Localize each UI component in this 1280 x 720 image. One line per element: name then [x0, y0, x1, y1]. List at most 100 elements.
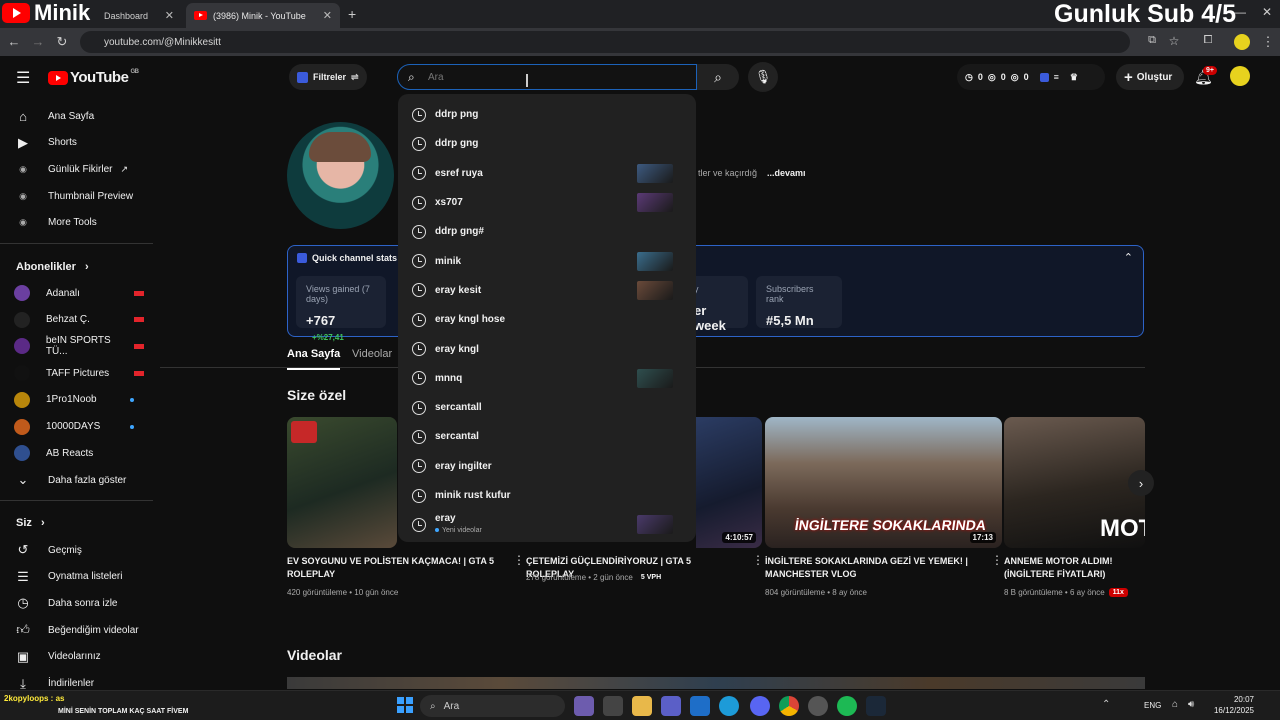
close-icon[interactable]: ✕: [323, 9, 332, 22]
menu-dots-icon[interactable]: ⋮: [1260, 34, 1276, 50]
search-suggestion[interactable]: minik: [398, 246, 696, 275]
suggestion-text: ddrp gng#: [435, 226, 484, 238]
video-title[interactable]: İNGİLTERE SOKAKLARINDA GEZİ VE YEMEK! | …: [765, 555, 975, 581]
spotify-icon[interactable]: [837, 696, 857, 716]
subscription-item[interactable]: Behzat Ç.: [14, 307, 154, 333]
profile-avatar[interactable]: [1234, 34, 1250, 50]
sidebar-item-thumbnail-preview[interactable]: ◉ Thumbnail Preview: [14, 183, 154, 209]
tray-chevron-icon[interactable]: ⌃: [1102, 699, 1110, 710]
sidebar-item-label: Beğendiğim videolar: [48, 624, 139, 636]
voice-search-button[interactable]: 🎙: [748, 62, 778, 92]
search-suggestion[interactable]: mnnq: [398, 364, 696, 393]
network-icon[interactable]: ⌂: [1172, 699, 1178, 710]
subscription-item[interactable]: 1Pro1Noob: [14, 387, 154, 413]
create-button[interactable]: + Oluştur: [1116, 64, 1184, 90]
chrome-icon[interactable]: [779, 696, 799, 716]
video-thumbnail[interactable]: İNGİLTERE SOKAKLARINDA 17:13: [765, 417, 1002, 548]
search-suggestion[interactable]: minik rust kufur: [398, 481, 696, 510]
subscription-item[interactable]: AB Reacts: [14, 440, 154, 466]
search-suggestion[interactable]: esref ruya: [398, 159, 696, 188]
search-suggestion[interactable]: ddrp png: [398, 100, 696, 129]
subscription-item[interactable]: Adanalı: [14, 280, 154, 306]
sidebar-item-clock[interactable]: ◷ Daha sonra izle: [14, 590, 154, 616]
more-options-icon[interactable]: ⋮: [752, 553, 764, 567]
subscriptions-heading[interactable]: Abonelikler ›: [16, 261, 89, 273]
video-thumbnail[interactable]: MOTO: [1004, 417, 1145, 548]
mail-icon[interactable]: [690, 696, 710, 716]
more-link[interactable]: ...devamı: [767, 168, 806, 178]
video-title[interactable]: EV SOYGUNU VE POLİSTEN KAÇMACA! | GTA 5 …: [287, 555, 497, 581]
video-thumbnail[interactable]: [287, 417, 397, 548]
sidebar-item-label: Daha sonra izle: [48, 597, 118, 609]
search-suggestion[interactable]: ddrp gng: [398, 129, 696, 158]
search-button[interactable]: ⌕: [697, 64, 739, 90]
search-box[interactable]: ⌕: [397, 64, 697, 90]
search-suggestion[interactable]: ddrp gng#: [398, 217, 696, 246]
search-suggestion[interactable]: sercantall: [398, 393, 696, 422]
taskbar-search[interactable]: ⌕ Ara: [420, 695, 565, 717]
search-suggestion[interactable]: eray Yeni videolar: [398, 510, 696, 539]
minimize-icon[interactable]: —: [1234, 5, 1246, 19]
forward-icon[interactable]: →: [30, 34, 46, 49]
search-suggestion[interactable]: xs707: [398, 188, 696, 217]
new-tab-icon[interactable]: +: [348, 6, 356, 22]
more-options-icon[interactable]: ⋮: [513, 553, 525, 567]
app-icon[interactable]: [574, 696, 594, 716]
back-icon[interactable]: ←: [6, 34, 22, 49]
account-avatar[interactable]: [1230, 66, 1250, 86]
sidebar-item-shorts[interactable]: ▶ Shorts: [14, 130, 154, 156]
bookmark-star-icon[interactable]: ☆: [1166, 34, 1182, 48]
app-icon[interactable]: [603, 696, 623, 716]
video-title[interactable]: ANNEME MOTOR ALDIM! (İNGİLTERE FİYATLARI…: [1004, 555, 1145, 581]
clock[interactable]: 20:07 16/12/2025: [1210, 694, 1254, 716]
sidebar-item-playlist[interactable]: ☰ Oynatma listeleri: [14, 564, 154, 590]
sidebar-item-g-nl-k-fikirler[interactable]: ◉ Günlük Fikirler ↗: [14, 156, 154, 182]
obs-icon[interactable]: [808, 696, 828, 716]
close-icon[interactable]: ✕: [165, 9, 174, 22]
youtube-logo[interactable]: YouTube GB: [48, 69, 139, 86]
edge-icon[interactable]: [719, 696, 739, 716]
search-suggestion[interactable]: sercantal: [398, 422, 696, 451]
tab-videos[interactable]: Videolar: [352, 348, 392, 360]
sidebar-item-history[interactable]: ↺ Geçmiş: [14, 537, 154, 563]
stat-label: Subscribers rank: [766, 284, 814, 304]
stat-subscribers-rank: Subscribers rank #5,5 Mn: [756, 276, 842, 328]
search-suggestion[interactable]: eray kngl: [398, 334, 696, 363]
sidebar-item-more-tools[interactable]: ◉ More Tools: [14, 210, 154, 236]
search-suggestion[interactable]: eray ingilter: [398, 452, 696, 481]
video-meta: 420 görüntüleme • 10 gün önce: [287, 588, 398, 597]
subscription-item[interactable]: 10000DAYS: [14, 414, 154, 440]
address-bar[interactable]: youtube.com/@Minikkesitt: [80, 31, 1130, 53]
reload-icon[interactable]: ↻: [54, 34, 70, 50]
chevron-up-icon[interactable]: ⌃: [1124, 251, 1133, 264]
stat-label: Views gained (7 days): [306, 284, 370, 304]
tab-youtube[interactable]: (3986) Minik - YouTube ✕: [186, 3, 340, 28]
more-options-icon[interactable]: ⋮: [991, 553, 1003, 567]
carousel-next-button[interactable]: ›: [1128, 470, 1154, 496]
search-suggestion[interactable]: eray kesit: [398, 276, 696, 305]
teams-icon[interactable]: [661, 696, 681, 716]
filters-button[interactable]: Filtreler ⇌: [289, 64, 367, 90]
video-thumbnail[interactable]: 4:10:57: [696, 417, 762, 548]
extensions-icon[interactable]: ⧠: [1200, 34, 1216, 47]
windows-start-icon[interactable]: [397, 697, 413, 713]
you-heading[interactable]: Siz ›: [16, 517, 45, 529]
discord-icon[interactable]: [750, 696, 770, 716]
search-suggestion[interactable]: eray kngl hose: [398, 305, 696, 334]
language-indicator[interactable]: ENG: [1144, 701, 1161, 710]
steam-icon[interactable]: [866, 696, 886, 716]
subscription-item[interactable]: beIN SPORTS TÜ...: [14, 333, 154, 359]
sidebar-item-video[interactable]: ▣ Videolarınız: [14, 644, 154, 670]
sidebar-item-ana-sayfa[interactable]: ⌂ Ana Sayfa: [14, 103, 154, 129]
sidebar-item-like[interactable]: 👍︎ Beğendiğim videolar: [14, 617, 154, 643]
volume-icon[interactable]: 🔊︎: [1188, 699, 1194, 710]
subscription-item[interactable]: TAFF Pictures: [14, 360, 154, 386]
hamburger-menu-icon[interactable]: ☰: [16, 68, 32, 88]
shorts-icon: ▶: [18, 134, 28, 150]
window-close-icon[interactable]: ✕: [1262, 5, 1272, 19]
cast-icon[interactable]: ⧉: [1144, 34, 1160, 47]
show-more-button[interactable]: ⌄ Daha fazla göster: [14, 467, 154, 493]
search-input[interactable]: [428, 71, 668, 83]
file-explorer-icon[interactable]: [632, 696, 652, 716]
extension-counters[interactable]: ◷ 0 ◎ 0 ◎ 0 ≡ ♛: [957, 64, 1105, 90]
